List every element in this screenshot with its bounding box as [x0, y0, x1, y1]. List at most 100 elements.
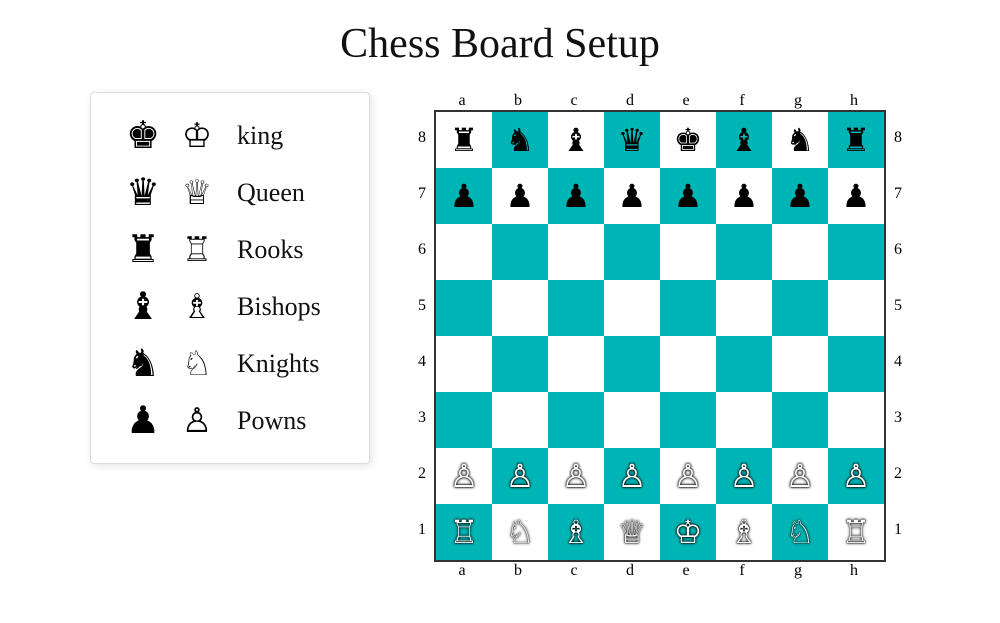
piece-1b: ♘ — [506, 513, 535, 551]
board-cell-8b: ♞ — [492, 112, 548, 168]
piece-1f: ♗ — [730, 513, 759, 551]
row-label-left-2: 2 — [410, 446, 434, 502]
piece-label-bishops: Bishops — [237, 292, 321, 322]
board-cell-4d — [604, 336, 660, 392]
board-cell-4g — [772, 336, 828, 392]
legend-row-rooks: ♜♖Rooks — [121, 227, 339, 272]
legend-row-king: ♚♔king — [121, 113, 339, 158]
piece-black-rooks: ♜ — [121, 227, 165, 272]
piece-black-powns: ♟ — [121, 398, 165, 443]
piece-black-bishops: ♝ — [121, 284, 165, 329]
piece-2g: ♙ — [786, 457, 815, 495]
row-label-right-4: 4 — [886, 334, 910, 390]
board-cell-2b: ♙ — [492, 448, 548, 504]
piece-black-knights: ♞ — [121, 341, 165, 386]
legend-row-bishops: ♝♗ Bishops — [121, 284, 339, 329]
board-cell-7d: ♟ — [604, 168, 660, 224]
piece-white-bishops: ♗ — [175, 287, 219, 327]
board-cell-1g: ♘ — [772, 504, 828, 560]
board-cell-1f: ♗ — [716, 504, 772, 560]
board-cell-4b — [492, 336, 548, 392]
board-cell-8e: ♚ — [660, 112, 716, 168]
board-cell-8a: ♜ — [436, 112, 492, 168]
piece-1c: ♗ — [562, 513, 591, 551]
page-title: Chess Board Setup — [340, 20, 660, 68]
board-cell-1b: ♘ — [492, 504, 548, 560]
row-label-right-1: 1 — [886, 502, 910, 558]
piece-2f: ♙ — [730, 457, 759, 495]
board-cell-4a — [436, 336, 492, 392]
piece-7a: ♟ — [450, 177, 479, 215]
row-label-left-6: 6 — [410, 222, 434, 278]
piece-white-queen: ♕ — [175, 173, 219, 213]
board-cell-5a — [436, 280, 492, 336]
board-cell-7e: ♟ — [660, 168, 716, 224]
piece-8f: ♝ — [730, 121, 759, 159]
col-label-bottom-c: c — [546, 562, 602, 580]
row-label-left-4: 4 — [410, 334, 434, 390]
board-cell-3c — [548, 392, 604, 448]
board-cell-2d: ♙ — [604, 448, 660, 504]
col-label-bottom-a: a — [434, 562, 490, 580]
board-cell-4c — [548, 336, 604, 392]
piece-7e: ♟ — [674, 177, 703, 215]
piece-label-powns: Powns — [237, 406, 306, 436]
board-cell-6c — [548, 224, 604, 280]
col-label-bottom-d: d — [602, 562, 658, 580]
board-cell-8g: ♞ — [772, 112, 828, 168]
board-cell-1a: ♖ — [436, 504, 492, 560]
piece-white-powns: ♙ — [175, 401, 219, 441]
piece-label-knights: Knights — [237, 349, 319, 379]
piece-7f: ♟ — [730, 177, 759, 215]
row-label-right-5: 5 — [886, 278, 910, 334]
board-with-coords: abcdefgh87654321♜♞♝♛♚♝♞♜♟♟♟♟♟♟♟♟♙♙♙♙♙♙♙♙… — [410, 92, 910, 580]
col-label-bottom-b: b — [490, 562, 546, 580]
board-cell-6b — [492, 224, 548, 280]
row-label-left-1: 1 — [410, 502, 434, 558]
piece-label-rooks: Rooks — [237, 235, 303, 265]
board-cell-3g — [772, 392, 828, 448]
board-cell-3d — [604, 392, 660, 448]
board-cell-6g — [772, 224, 828, 280]
col-label-top-h: h — [826, 92, 882, 110]
piece-white-knights: ♘ — [175, 344, 219, 384]
board-cell-2f: ♙ — [716, 448, 772, 504]
board-cell-8c: ♝ — [548, 112, 604, 168]
board-cell-5g — [772, 280, 828, 336]
col-label-top-f: f — [714, 92, 770, 110]
board-cell-3h — [828, 392, 884, 448]
board-cell-1c: ♗ — [548, 504, 604, 560]
piece-2a: ♙ — [450, 457, 479, 495]
board-cell-2c: ♙ — [548, 448, 604, 504]
piece-8g: ♞ — [786, 121, 815, 159]
board-cell-3e — [660, 392, 716, 448]
board-cell-8d: ♛ — [604, 112, 660, 168]
piece-1h: ♖ — [842, 513, 871, 551]
board-cell-5b — [492, 280, 548, 336]
row-label-right-2: 2 — [886, 446, 910, 502]
piece-8e: ♚ — [674, 121, 703, 159]
piece-8d: ♛ — [618, 121, 647, 159]
board-cell-7g: ♟ — [772, 168, 828, 224]
piece-8b: ♞ — [506, 121, 535, 159]
board-cell-3b — [492, 392, 548, 448]
piece-1g: ♘ — [786, 513, 815, 551]
board-container: abcdefgh87654321♜♞♝♛♚♝♞♜♟♟♟♟♟♟♟♟♙♙♙♙♙♙♙♙… — [410, 92, 910, 580]
board-cell-2a: ♙ — [436, 448, 492, 504]
piece-label-king: king — [237, 121, 283, 151]
piece-8c: ♝ — [562, 121, 591, 159]
board-cell-4e — [660, 336, 716, 392]
col-label-top-g: g — [770, 92, 826, 110]
col-label-bottom-e: e — [658, 562, 714, 580]
col-label-top-c: c — [546, 92, 602, 110]
piece-7h: ♟ — [842, 177, 871, 215]
board-cell-5c — [548, 280, 604, 336]
board-cell-6f — [716, 224, 772, 280]
row-label-left-5: 5 — [410, 278, 434, 334]
board-cell-4h — [828, 336, 884, 392]
piece-2e: ♙ — [674, 457, 703, 495]
piece-2d: ♙ — [618, 457, 647, 495]
board-cell-8f: ♝ — [716, 112, 772, 168]
col-label-bottom-g: g — [770, 562, 826, 580]
col-label-top-b: b — [490, 92, 546, 110]
